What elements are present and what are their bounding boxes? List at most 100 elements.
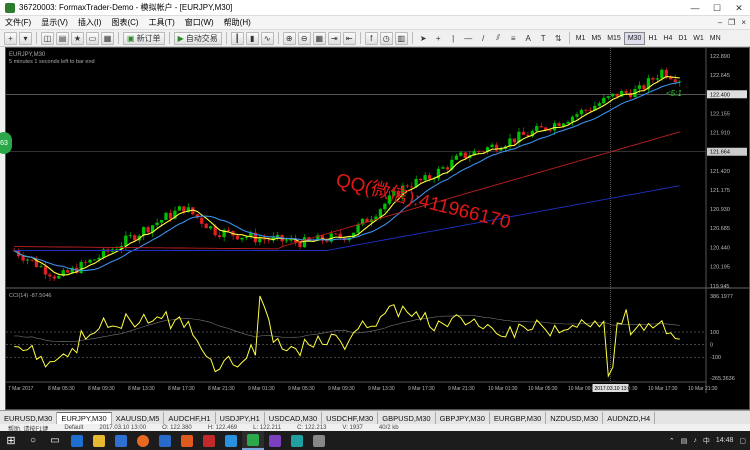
volume-icon[interactable]: ♪ (693, 437, 697, 444)
tab-xauusd[interactable]: XAUUSD,M5 (111, 412, 165, 424)
tab-eurgbp[interactable]: EURGBP,M30 (489, 412, 547, 424)
start-button[interactable]: ⊞ (0, 431, 22, 450)
candle-body (445, 167, 450, 170)
timeframe-m5[interactable]: M5 (588, 32, 604, 45)
market-watch-icon[interactable]: ◫ (41, 31, 54, 45)
taskbar-app-teal[interactable] (286, 431, 308, 450)
fibonacci-icon[interactable]: ≡ (507, 32, 520, 45)
tab-gbpjpy[interactable]: GBPJPY,M30 (435, 412, 490, 424)
taskbar-app-red[interactable] (198, 431, 220, 450)
taskbar-mail[interactable] (154, 431, 176, 450)
line-chart-icon[interactable]: ∿ (260, 31, 274, 45)
candle-body (159, 220, 164, 223)
menu-window[interactable]: 窗口(W) (180, 17, 219, 28)
taskbar-app-green[interactable] (242, 431, 264, 450)
timeframe-d1[interactable]: D1 (675, 32, 690, 45)
horizontal-line-icon[interactable]: — (462, 32, 475, 45)
zoom-out-icon[interactable]: ⊖ (297, 31, 311, 45)
taskbar-explorer[interactable] (88, 431, 110, 450)
terminal-icon[interactable]: ▭ (86, 31, 99, 45)
taskbar-firefox[interactable] (132, 431, 154, 450)
tab-nzdusd[interactable]: NZDUSD,M30 (546, 412, 604, 424)
profiles-icon[interactable]: ▾ (19, 31, 32, 45)
tab-audnzd[interactable]: AUDNZD,H4 (603, 412, 656, 424)
timeframe-m1[interactable]: M1 (573, 32, 589, 45)
tile-windows-icon[interactable]: ▦ (312, 31, 326, 45)
navigator-icon[interactable]: ★ (71, 31, 84, 45)
bar-chart-icon[interactable]: ┃ (230, 31, 244, 45)
notifications-icon[interactable]: ▢ (739, 437, 746, 445)
tab-usdjpy[interactable]: USDJPY,H1 (215, 412, 265, 424)
data-window-icon[interactable]: ▤ (56, 31, 69, 45)
ime-indicator[interactable]: 中 (703, 436, 710, 446)
tab-eurusd[interactable]: EURUSD,M30 (0, 412, 58, 424)
taskbar-edge[interactable] (66, 431, 88, 450)
taskbar-app-purple[interactable] (264, 431, 286, 450)
chart-minimize-button[interactable]: – (718, 18, 722, 27)
network-icon[interactable]: ▤ (681, 437, 688, 445)
label-tool-icon[interactable]: T (537, 32, 550, 45)
templates-icon[interactable]: ▥ (394, 31, 408, 45)
channel-icon[interactable]: ⫽ (492, 32, 505, 45)
tab-gbpusd[interactable]: GBPUSD,M30 (378, 412, 436, 424)
menu-view[interactable]: 显示(V) (36, 17, 73, 28)
tab-usdchf[interactable]: USDCHF,M30 (322, 412, 379, 424)
symbol-label: EURJPY,M30 (9, 52, 46, 58)
clock[interactable]: 14:48 (716, 437, 734, 444)
zoom-in-icon[interactable]: ⊕ (282, 31, 296, 45)
taskbar-store[interactable] (110, 431, 132, 450)
menu-tools[interactable]: 工具(T) (144, 17, 180, 28)
timeframe-h4[interactable]: H4 (660, 32, 675, 45)
menu-file[interactable]: 文件(F) (0, 17, 36, 28)
text-tool-icon[interactable]: A (522, 32, 535, 45)
candle-body (226, 229, 231, 231)
menu-insert[interactable]: 插入(I) (73, 17, 107, 28)
vertical-line-icon[interactable]: | (447, 32, 460, 45)
close-button[interactable]: ✕ (728, 0, 750, 16)
taskbar-app-blue[interactable] (220, 431, 242, 450)
window-title: 36720003: FormaxTrader-Demo - 模拟帐户 - [EU… (19, 3, 233, 12)
price-tick-label: 122.890 (710, 54, 730, 60)
timeframe-h1[interactable]: H1 (645, 32, 660, 45)
minimize-button[interactable]: — (684, 0, 706, 16)
indicators-icon[interactable]: f (364, 31, 378, 45)
crosshair-icon[interactable]: + (432, 32, 445, 45)
candle-chart-icon[interactable]: ▮ (245, 31, 259, 45)
chart-close-button[interactable]: × (741, 18, 746, 27)
taskbar-app-orange[interactable] (176, 431, 198, 450)
periods-icon[interactable]: ◷ (379, 31, 393, 45)
timeframe-w1[interactable]: W1 (690, 32, 707, 45)
price-tick-label: 121.910 (710, 131, 730, 137)
menu-help[interactable]: 帮助(H) (219, 17, 256, 28)
trendline-icon[interactable]: / (477, 32, 490, 45)
chart-shift-icon[interactable]: ⇤ (342, 31, 356, 45)
arrows-icon[interactable]: ⇅ (552, 32, 565, 45)
chart-restore-button[interactable]: ❐ (728, 18, 735, 27)
new-order-button[interactable]: ▣ 新订单 (123, 31, 165, 45)
maximize-button[interactable]: ☐ (706, 0, 728, 16)
candle-body (133, 235, 137, 241)
folder-icon (93, 434, 105, 447)
cursor-icon[interactable]: ➤ (417, 32, 430, 45)
tester-icon[interactable]: ▦ (101, 31, 114, 45)
timeframe-m30[interactable]: M30 (623, 31, 646, 45)
new-chart-icon[interactable]: + (4, 31, 17, 45)
tab-usdcad[interactable]: USDCAD,M30 (264, 412, 323, 424)
auto-trading-button[interactable]: ▶ 自动交易 (173, 31, 222, 45)
timeframe-m15[interactable]: M15 (604, 32, 624, 45)
chart-window[interactable]: 122.890 122.645 122.400 122.155 121.910 121.6… (5, 47, 750, 410)
search-button[interactable]: ○ (22, 431, 44, 450)
timeframe-mn[interactable]: MN (707, 32, 724, 45)
autoscroll-icon[interactable]: ⇥ (327, 31, 341, 45)
signal-badge[interactable]: 63 (0, 132, 12, 154)
candle-body (579, 109, 584, 115)
price-tick-label: 120.440 (710, 245, 730, 251)
task-view-button[interactable]: ▭ (44, 431, 66, 450)
menu-chart[interactable]: 图表(C) (106, 17, 143, 28)
tab-eurjpy[interactable]: EURJPY,M30 (57, 412, 112, 424)
taskbar-app-gray[interactable] (308, 431, 330, 450)
tray-up-icon[interactable]: ⌃ (669, 437, 675, 445)
candle-body (454, 155, 458, 160)
tab-audchf[interactable]: AUDCHF,H1 (164, 412, 216, 424)
price-chart[interactable]: 122.890 122.645 122.400 122.155 121.910 121.6… (6, 48, 749, 409)
